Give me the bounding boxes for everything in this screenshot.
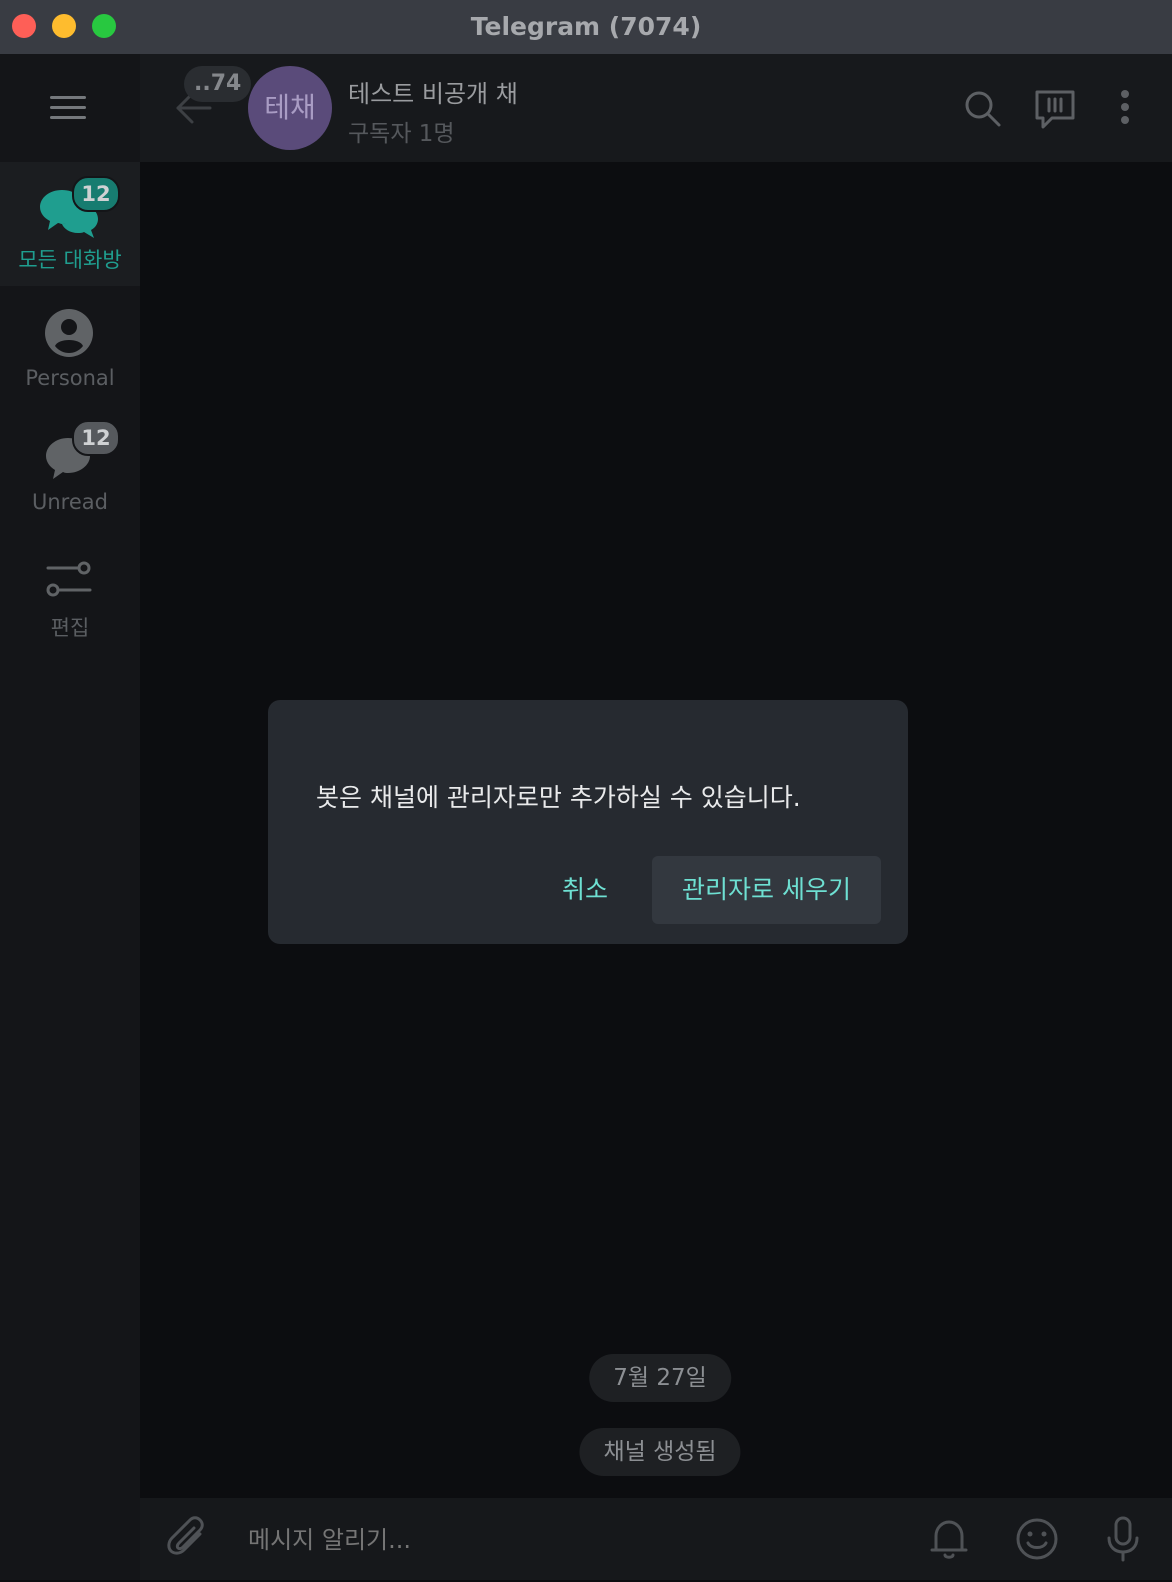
- add-bot-dialog: 봇은 채널에 관리자로만 추가하실 수 있습니다. 취소 관리자로 세우기: [268, 700, 908, 944]
- folder-sidebar: 12 모든 대화방 Personal 12 Unread 편집: [0, 54, 140, 1580]
- folder-unread-badge: 12: [72, 420, 120, 456]
- window-title: Telegram (7074): [470, 12, 702, 41]
- folder-all-chats[interactable]: 12 모든 대화방: [0, 162, 140, 286]
- more-options-icon[interactable]: [1100, 84, 1150, 134]
- service-message: 채널 생성됨: [579, 1428, 741, 1476]
- folder-label: 모든 대화방: [18, 248, 122, 272]
- folder-label: Unread: [32, 490, 108, 514]
- folder-label: 편집: [50, 616, 90, 640]
- title-bar: Telegram (7074): [0, 0, 1172, 54]
- chat-title[interactable]: 테스트 비공개 채: [348, 74, 518, 109]
- hamburger-icon: [50, 96, 86, 119]
- folder-personal[interactable]: Personal: [0, 286, 140, 410]
- back-unread-badge[interactable]: ..74: [184, 66, 252, 102]
- person-icon: [45, 309, 93, 357]
- folder-unread[interactable]: 12 Unread: [0, 410, 140, 534]
- bell-icon[interactable]: [924, 1514, 974, 1564]
- folder-label: Personal: [25, 366, 115, 390]
- cancel-button[interactable]: 취소: [532, 856, 638, 924]
- folder-unread-badge: 12: [72, 176, 120, 212]
- chat-subscriber-count: 구독자 1명: [348, 121, 455, 147]
- discussion-icon[interactable]: [1030, 84, 1080, 134]
- sliders-icon: [46, 561, 92, 597]
- make-admin-button[interactable]: 관리자로 세우기: [652, 856, 881, 924]
- dialog-message: 봇은 채널에 관리자로만 추가하실 수 있습니다.: [316, 783, 801, 812]
- date-pill: 7월 27일: [589, 1354, 731, 1402]
- message-input-bar: [140, 1498, 1172, 1582]
- folder-edit[interactable]: 편집: [0, 534, 140, 658]
- attach-icon[interactable]: [164, 1514, 214, 1564]
- chat-header: ..74 테채 테스트 비공개 채 구독자 1명: [140, 54, 1172, 162]
- main-menu-button[interactable]: [0, 54, 140, 162]
- chat-avatar[interactable]: 테채: [248, 66, 332, 150]
- microphone-icon[interactable]: [1098, 1514, 1148, 1564]
- search-icon[interactable]: [958, 84, 1008, 134]
- message-input[interactable]: [246, 1498, 890, 1582]
- emoji-icon[interactable]: [1012, 1514, 1062, 1564]
